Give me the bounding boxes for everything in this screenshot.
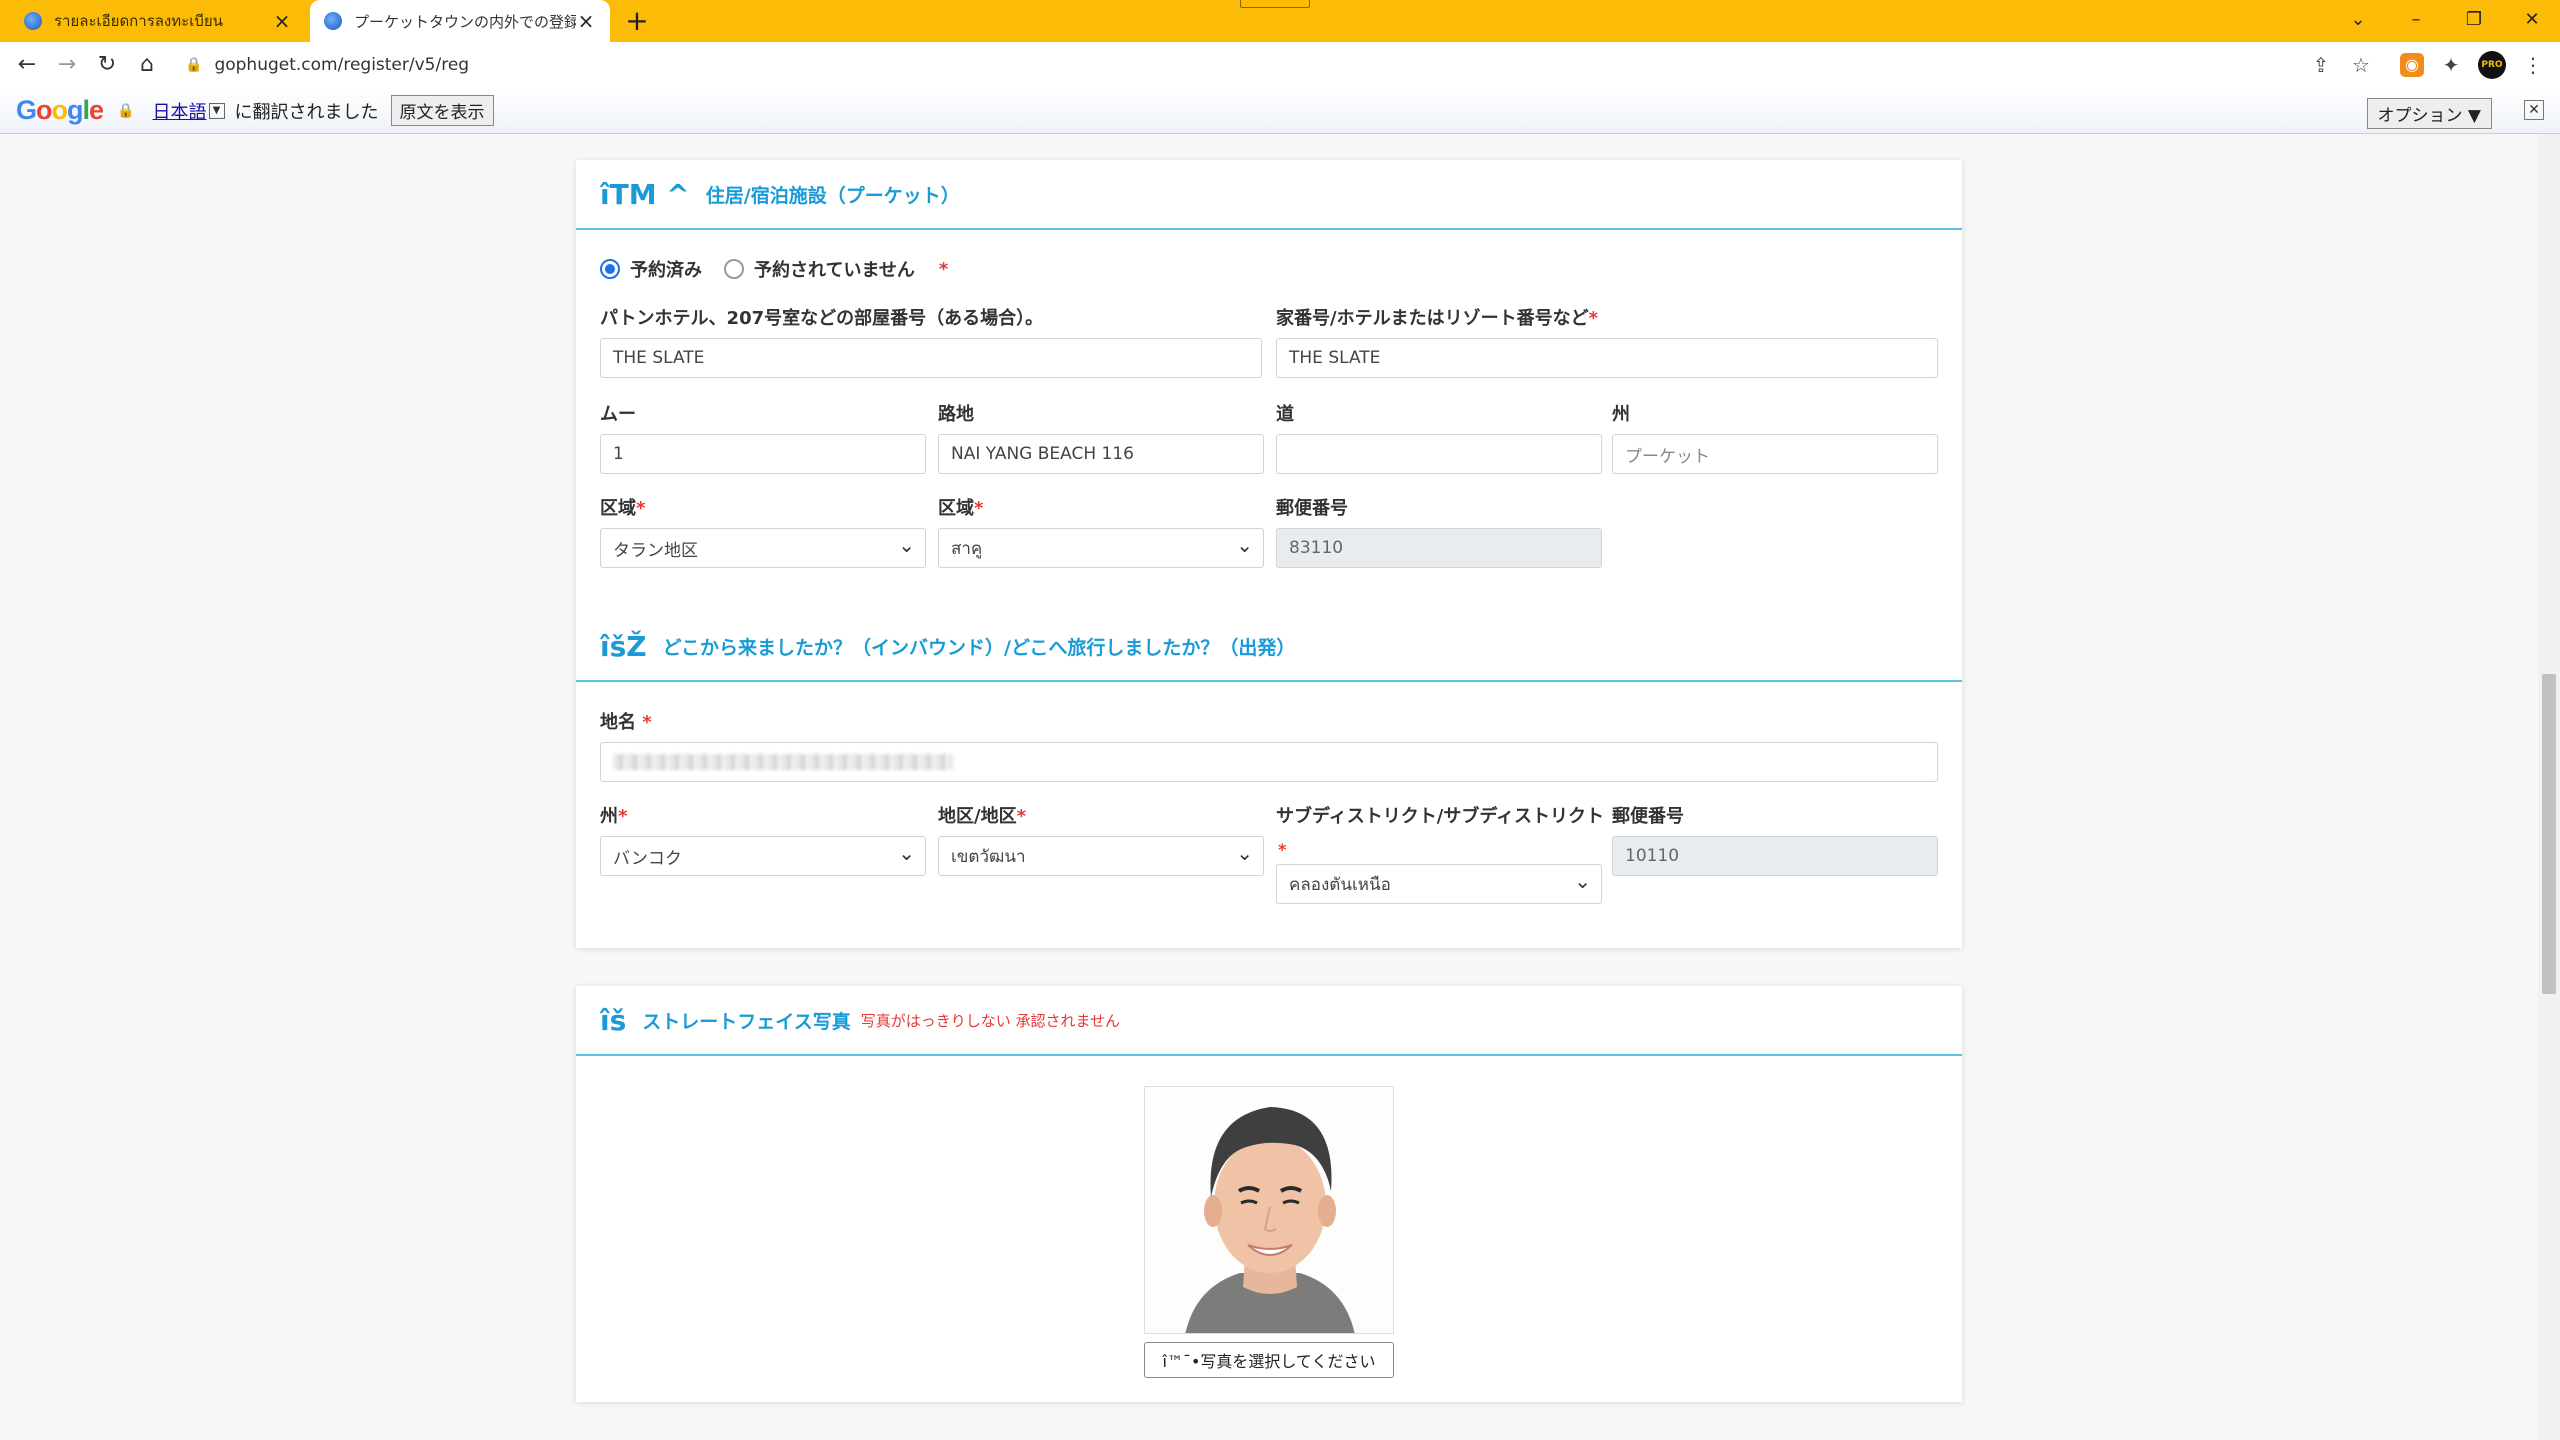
scrollbar-thumb[interactable] xyxy=(2542,674,2556,994)
district-label: 区域* xyxy=(600,498,646,519)
origin-district-select[interactable]: เขตวัฒนา xyxy=(938,836,1264,876)
origin-subdistrict-select[interactable]: คลองตันเหนือ xyxy=(1276,864,1602,904)
radio-unselected-icon xyxy=(724,259,744,279)
rss-icon[interactable]: ◉ xyxy=(2400,53,2424,77)
origin-district-label: 地区/地区* xyxy=(938,806,1026,827)
soi-label: 路地 xyxy=(938,404,974,425)
house-icon: îTM ^ xyxy=(600,177,690,211)
translate-options-button[interactable]: オプション ▼ xyxy=(2366,98,2492,129)
drag-handle xyxy=(1240,0,1310,8)
tab-search-chevron-icon[interactable]: ⌄ xyxy=(2330,0,2386,40)
tab-title: プーケットタウンの内外での登録 xyxy=(354,12,576,31)
close-icon[interactable]: × xyxy=(576,9,596,33)
google-logo: Google xyxy=(16,95,104,125)
room-input[interactable]: THE SLATE xyxy=(600,338,1262,378)
reload-button[interactable]: ↻ xyxy=(90,48,124,82)
profile-avatar[interactable]: PRO xyxy=(2478,51,2506,79)
place-name-label: 地名 * xyxy=(600,712,652,733)
translate-bar: Google 🔒 日本語 ▼ に翻訳されました 原文を表示 オプション ▼ ✕ xyxy=(0,88,2560,134)
url-text: gophuget.com/register/v5/reg xyxy=(214,55,470,75)
show-original-button[interactable]: 原文を表示 xyxy=(390,95,494,126)
room-label: パトンホテル、207号室などの部屋番号（ある場合）。 xyxy=(600,308,1044,329)
radio-label: 予約済み xyxy=(630,260,702,281)
close-icon[interactable]: × xyxy=(272,9,292,33)
home-button[interactable]: ⌂ xyxy=(130,48,164,82)
moo-input[interactable]: 1 xyxy=(600,434,926,474)
province-label: 州 xyxy=(1612,404,1630,425)
share-icon[interactable]: ⇪ xyxy=(2306,50,2336,80)
lock-icon: 🔒 xyxy=(185,57,203,73)
new-tab-button[interactable]: + xyxy=(620,4,654,38)
place-name-input[interactable] xyxy=(600,742,1938,782)
close-icon[interactable]: ✕ xyxy=(2524,100,2544,120)
section-title: 住居/宿泊施設（プーケット） xyxy=(705,184,960,207)
select-photo-button[interactable]: î™¯•写真を選択してください xyxy=(1144,1342,1394,1378)
house-number-input[interactable]: THE SLATE xyxy=(1276,338,1938,378)
postal-code-label: 郵便番号 xyxy=(1276,498,1348,519)
forward-button[interactable]: → xyxy=(50,48,84,82)
subdistrict-select[interactable]: สาคู xyxy=(938,528,1264,568)
province-input[interactable]: プーケット xyxy=(1612,434,1938,474)
house-number-label: 家番号/ホテルまたはリゾート番号など* xyxy=(1276,308,1598,329)
globe-icon xyxy=(24,12,42,30)
photo-warning: 写真がはっきりしない 承認されません xyxy=(860,1011,1121,1030)
residence-card: îTM ^ 住居/宿泊施設（プーケット） 予約済み 予約されていません * パト… xyxy=(576,160,1962,948)
section-title: ストレートフェイス写真 xyxy=(642,1010,851,1033)
moo-label: ムー xyxy=(600,404,636,425)
origin-postal-code-input: 10110 xyxy=(1612,836,1938,876)
globe-icon xyxy=(324,12,342,30)
translate-message: に翻訳されました xyxy=(234,101,379,123)
tab-title: รายละเอียดการลงทะเบียน xyxy=(54,12,223,30)
road-input[interactable] xyxy=(1276,434,1602,474)
origin-postal-code-label: 郵便番号 xyxy=(1612,806,1684,827)
travel-icon: îšŽ xyxy=(600,629,647,663)
required-mark: * xyxy=(938,258,949,280)
not-booked-radio[interactable]: 予約されていません * xyxy=(724,256,948,282)
tab-registration-details[interactable]: รายละเอียดการลงทะเบียน × xyxy=(10,0,306,42)
origin-province-select[interactable]: バンコク xyxy=(600,836,926,876)
face-photo-image xyxy=(1145,1087,1393,1333)
postal-code-input: 83110 xyxy=(1276,528,1602,568)
back-button[interactable]: ← xyxy=(10,48,44,82)
menu-icon[interactable]: ⋮ xyxy=(2518,50,2548,80)
residence-section-header: îTM ^ 住居/宿泊施設（プーケット） xyxy=(576,160,1962,230)
star-icon[interactable]: ☆ xyxy=(2346,50,2376,80)
language-dropdown-icon[interactable]: ▼ xyxy=(208,102,225,119)
road-label: 道 xyxy=(1276,404,1294,425)
subdistrict-label: 区域* xyxy=(938,498,984,519)
soi-input[interactable]: NAI YANG BEACH 116 xyxy=(938,434,1264,474)
restore-button[interactable]: ❐ xyxy=(2446,0,2502,40)
url-field[interactable]: 🔒 gophuget.com/register/v5/reg xyxy=(185,47,469,83)
photo-section-header: îš ストレートフェイス写真 写真がはっきりしない 承認されません xyxy=(576,986,1962,1056)
district-select[interactable]: タラン地区 xyxy=(600,528,926,568)
section-title: どこから来ましたか？（インバウンド）/どこへ旅行しましたか？（出発） xyxy=(662,636,1296,659)
origin-section-header: îšŽ どこから来ましたか？（インバウンド）/どこへ旅行しましたか？（出発） xyxy=(576,612,1962,682)
radio-label: 予約されていません xyxy=(754,260,915,281)
redacted-text xyxy=(613,754,953,770)
lock-icon: 🔒 xyxy=(117,102,135,119)
address-bar: ← → ↻ ⌂ 🔒 gophuget.com/register/v5/reg ⇪… xyxy=(0,42,2560,88)
required-mark: * xyxy=(1278,840,1287,859)
camera-icon: îš xyxy=(600,1003,627,1037)
booked-radio[interactable]: 予約済み xyxy=(600,256,702,282)
tab-bar: รายละเอียดการลงทะเบียน × プーケットタウンの内外での登録… xyxy=(0,0,2560,42)
tab-phuket-registration[interactable]: プーケットタウンの内外での登録 × xyxy=(310,0,610,42)
origin-province-label: 州* xyxy=(600,806,628,827)
close-window-button[interactable]: ✕ xyxy=(2504,0,2560,40)
origin-subdistrict-label: サブディストリクト/サブディストリクト xyxy=(1276,806,1605,827)
minimize-button[interactable]: – xyxy=(2388,0,2444,40)
extensions-icon[interactable]: ✦ xyxy=(2436,50,2466,80)
radio-selected-icon xyxy=(600,259,620,279)
page-scrollbar[interactable] xyxy=(2538,134,2560,1440)
face-photo xyxy=(1144,1086,1394,1334)
translate-language-link[interactable]: 日本語 xyxy=(153,98,207,124)
